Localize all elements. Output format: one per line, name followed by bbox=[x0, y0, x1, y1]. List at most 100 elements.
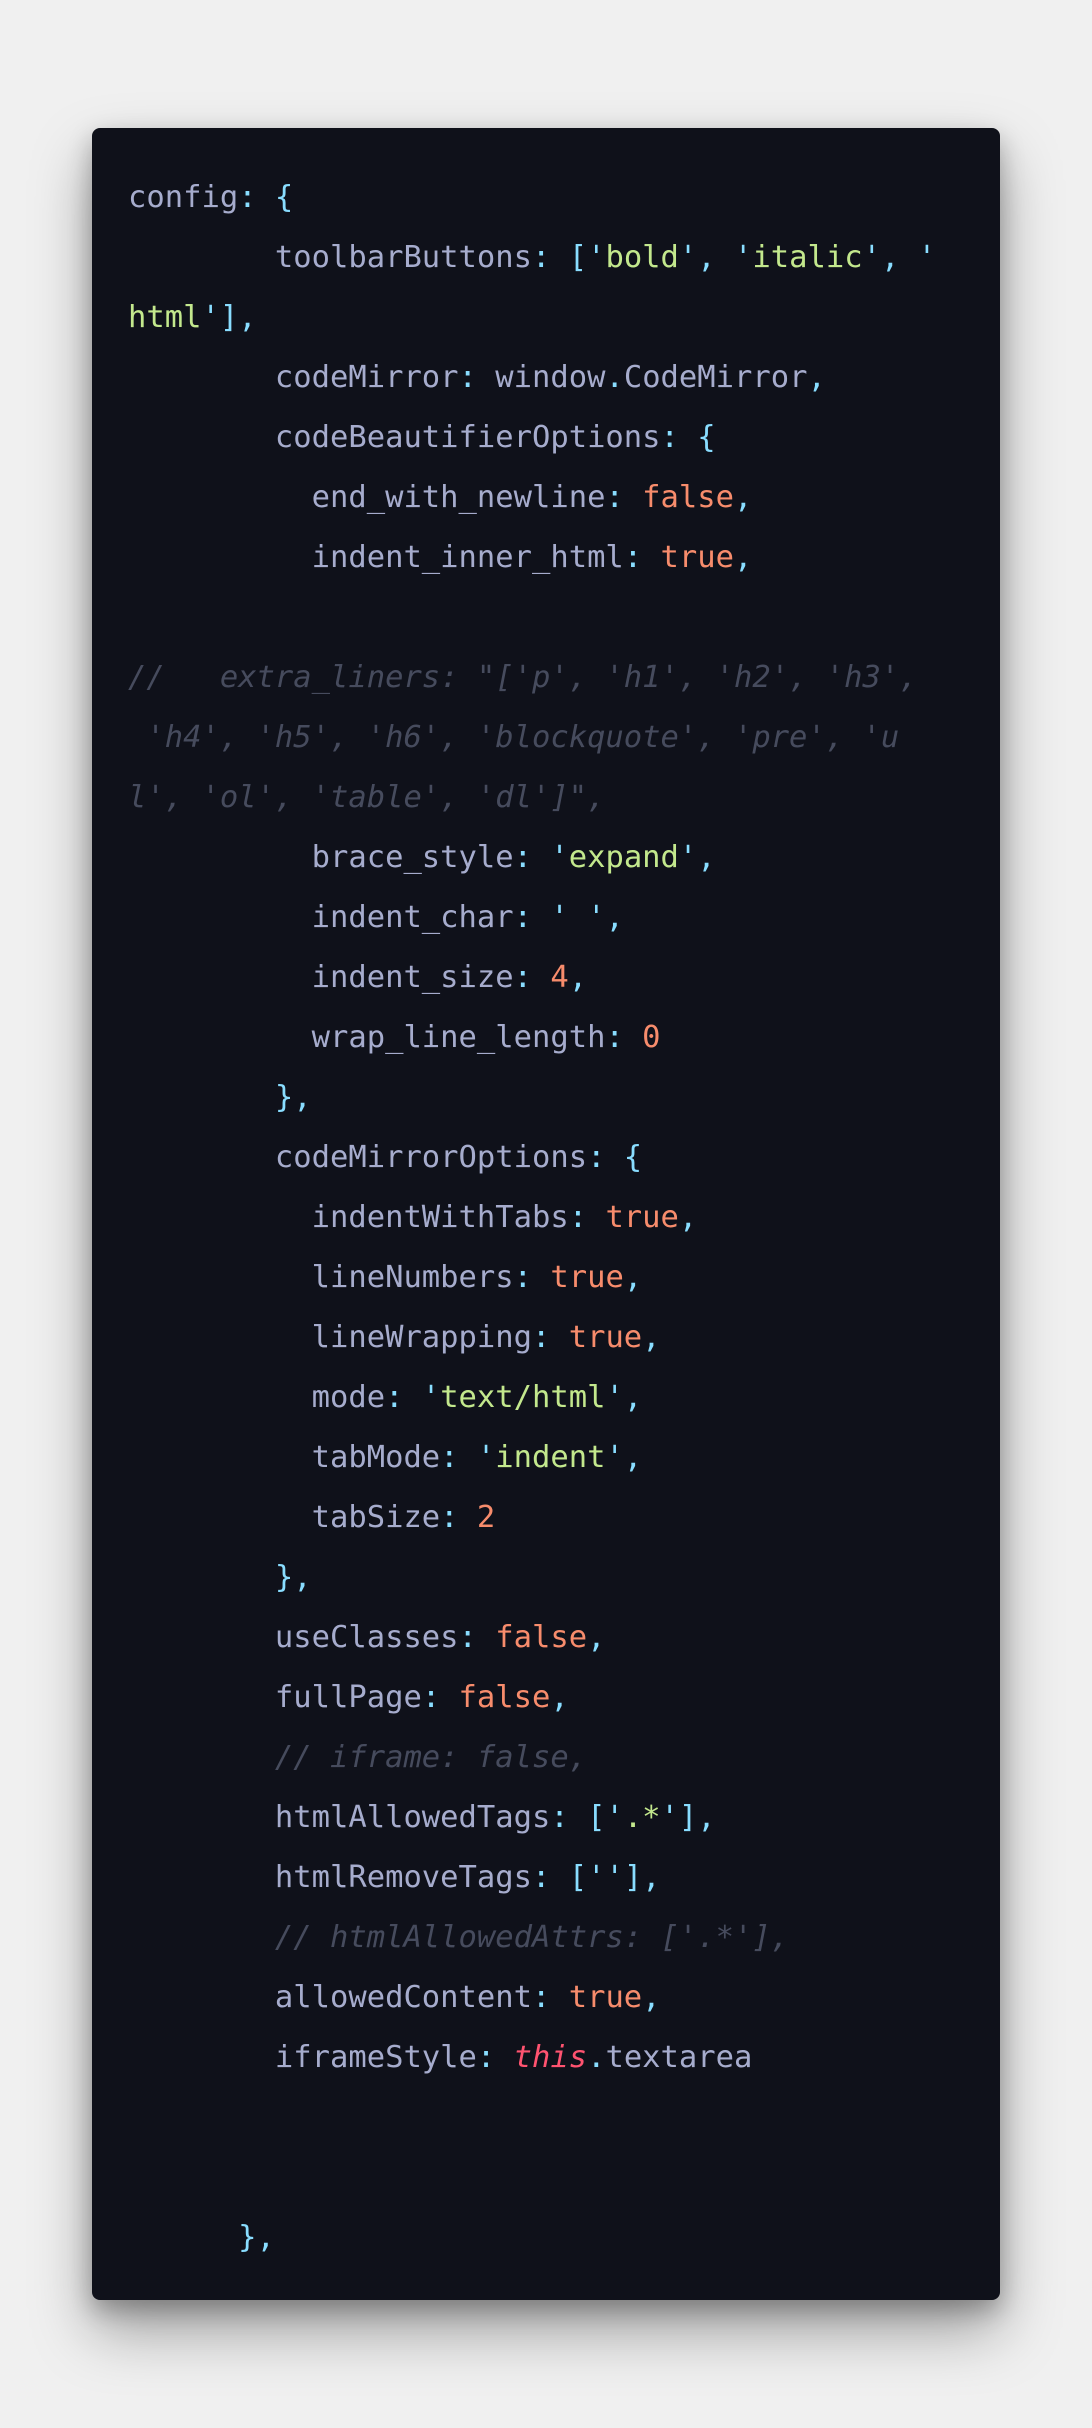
code-token: indent_inner_html bbox=[128, 540, 624, 575]
code-token: ' bbox=[201, 300, 220, 335]
code-token: , bbox=[733, 540, 753, 575]
code-token: . bbox=[587, 2040, 606, 2075]
code-line: indent_inner_html: true, bbox=[128, 528, 1000, 588]
code-line: codeBeautifierOptions: { bbox=[128, 408, 1000, 468]
code-line: indent_char: ' ', bbox=[128, 888, 1000, 948]
code-token: , bbox=[587, 1620, 606, 1655]
code-token: , bbox=[642, 1980, 661, 2015]
code-token: tabSize bbox=[128, 1500, 441, 1535]
code-token: : bbox=[531, 1980, 569, 2015]
code-token: bold bbox=[605, 240, 679, 275]
code-token: fullPage bbox=[128, 1680, 422, 1715]
code-token: , bbox=[807, 360, 826, 395]
code-token: window bbox=[495, 360, 606, 395]
code-token: . bbox=[605, 360, 624, 395]
code-content: config: { toolbarButtons: ['bold', 'ital… bbox=[128, 168, 1000, 2268]
code-token: tabMode bbox=[128, 1440, 441, 1475]
code-line: brace_style: 'expand', bbox=[128, 828, 1000, 888]
code-line: tabMode: 'indent', bbox=[128, 1428, 1000, 1488]
code-line: mode: 'text/html', bbox=[128, 1368, 1000, 1428]
code-line: iframeStyle: this.textarea bbox=[128, 2028, 1000, 2088]
code-token: : bbox=[513, 900, 551, 935]
code-token: , bbox=[642, 1320, 661, 1355]
code-token: true bbox=[660, 540, 734, 575]
code-token: this bbox=[513, 2040, 588, 2075]
code-token: indentWithTabs bbox=[128, 1200, 569, 1235]
code-line: 'h4', 'h5', 'h6', 'blockquote', 'pre', '… bbox=[128, 708, 1000, 768]
code-token: : bbox=[421, 1680, 459, 1715]
code-line: ​ bbox=[128, 588, 1000, 648]
code-token: , bbox=[697, 240, 735, 275]
code-token: iframeStyle bbox=[128, 2040, 477, 2075]
code-token: : bbox=[605, 1020, 643, 1055]
code-token: // htmlAllowedAttrs: ['.*'], bbox=[128, 1920, 790, 1955]
code-line: config: { bbox=[128, 168, 1000, 228]
code-token: : bbox=[513, 960, 551, 995]
code-line: allowedContent: true, bbox=[128, 1968, 1000, 2028]
code-token: htmlAllowedTags bbox=[128, 1800, 551, 1835]
code-line: ​ bbox=[128, 2088, 1000, 2148]
code-token: : { bbox=[587, 1140, 643, 1175]
code-token: expand bbox=[568, 840, 679, 875]
code-token: : [ bbox=[531, 240, 588, 275]
code-line: end_with_newline: false, bbox=[128, 468, 1000, 528]
code-token: 2 bbox=[476, 1500, 496, 1535]
code-line: }, bbox=[128, 2208, 1000, 2268]
code-token: indent bbox=[495, 1440, 606, 1475]
code-token: ' bbox=[587, 240, 606, 275]
code-line: indentWithTabs: true, bbox=[128, 1188, 1000, 1248]
code-token: }, bbox=[128, 1560, 312, 1595]
code-token: , bbox=[605, 900, 624, 935]
code-token: italic bbox=[752, 240, 863, 275]
code-line: codeMirrorOptions: { bbox=[128, 1128, 1000, 1188]
code-line: useClasses: false, bbox=[128, 1608, 1000, 1668]
code-token: ' bbox=[550, 900, 569, 935]
code-token: ' bbox=[421, 1380, 441, 1415]
code-block: config: { toolbarButtons: ['bold', 'ital… bbox=[92, 128, 1000, 2300]
code-token: : bbox=[531, 1320, 569, 1355]
code-token: l', 'ol', 'table', 'dl']", bbox=[128, 780, 606, 815]
code-token: ' bbox=[587, 900, 606, 935]
code-token: codeMirror bbox=[128, 360, 459, 395]
code-token: htmlRemoveTags bbox=[128, 1860, 532, 1895]
code-token: ' bbox=[550, 840, 569, 875]
code-token: }, bbox=[128, 2220, 275, 2255]
code-token: : { bbox=[238, 180, 294, 215]
code-line: l', 'ol', 'table', 'dl']", bbox=[128, 768, 1000, 828]
code-token: ' bbox=[605, 1380, 624, 1415]
code-token: : { bbox=[660, 420, 716, 455]
code-token: ], bbox=[219, 300, 257, 335]
code-token: ' bbox=[917, 240, 937, 275]
code-token: true bbox=[550, 1260, 624, 1295]
code-token: false bbox=[458, 1680, 551, 1715]
code-line: codeMirror: window.CodeMirror, bbox=[128, 348, 1000, 408]
code-token: ' bbox=[862, 240, 881, 275]
code-token: true bbox=[568, 1320, 643, 1355]
code-token: allowedContent bbox=[128, 1980, 532, 2015]
code-token: // iframe: false, bbox=[128, 1740, 588, 1775]
code-token: : bbox=[440, 1500, 477, 1535]
code-token: ' bbox=[660, 1800, 679, 1835]
code-token: , bbox=[623, 1440, 643, 1475]
code-token: 'h4', 'h5', 'h6', 'blockquote', 'pre', '… bbox=[128, 720, 900, 755]
code-line: }, bbox=[128, 1548, 1000, 1608]
code-line: ​ bbox=[128, 2148, 1000, 2208]
code-line: toolbarButtons: ['bold', 'italic', ' bbox=[128, 228, 1000, 288]
code-token: text/html bbox=[440, 1380, 606, 1415]
code-token: : bbox=[513, 840, 551, 875]
code-token: : bbox=[476, 2040, 514, 2075]
code-token: codeMirrorOptions bbox=[128, 1140, 588, 1175]
code-token: 4 bbox=[550, 960, 569, 995]
code-token: : bbox=[605, 480, 643, 515]
code-token: CodeMirror bbox=[623, 360, 808, 395]
code-line: // htmlAllowedAttrs: ['.*'], bbox=[128, 1908, 1000, 1968]
code-token: mode bbox=[128, 1380, 386, 1415]
code-token: lineWrapping bbox=[128, 1320, 532, 1355]
code-line: lineWrapping: true, bbox=[128, 1308, 1000, 1368]
code-token: : bbox=[458, 1620, 496, 1655]
code-token: end_with_newline bbox=[128, 480, 606, 515]
code-token: indent_char bbox=[128, 900, 514, 935]
code-token: : bbox=[568, 1200, 606, 1235]
code-line: indent_size: 4, bbox=[128, 948, 1000, 1008]
